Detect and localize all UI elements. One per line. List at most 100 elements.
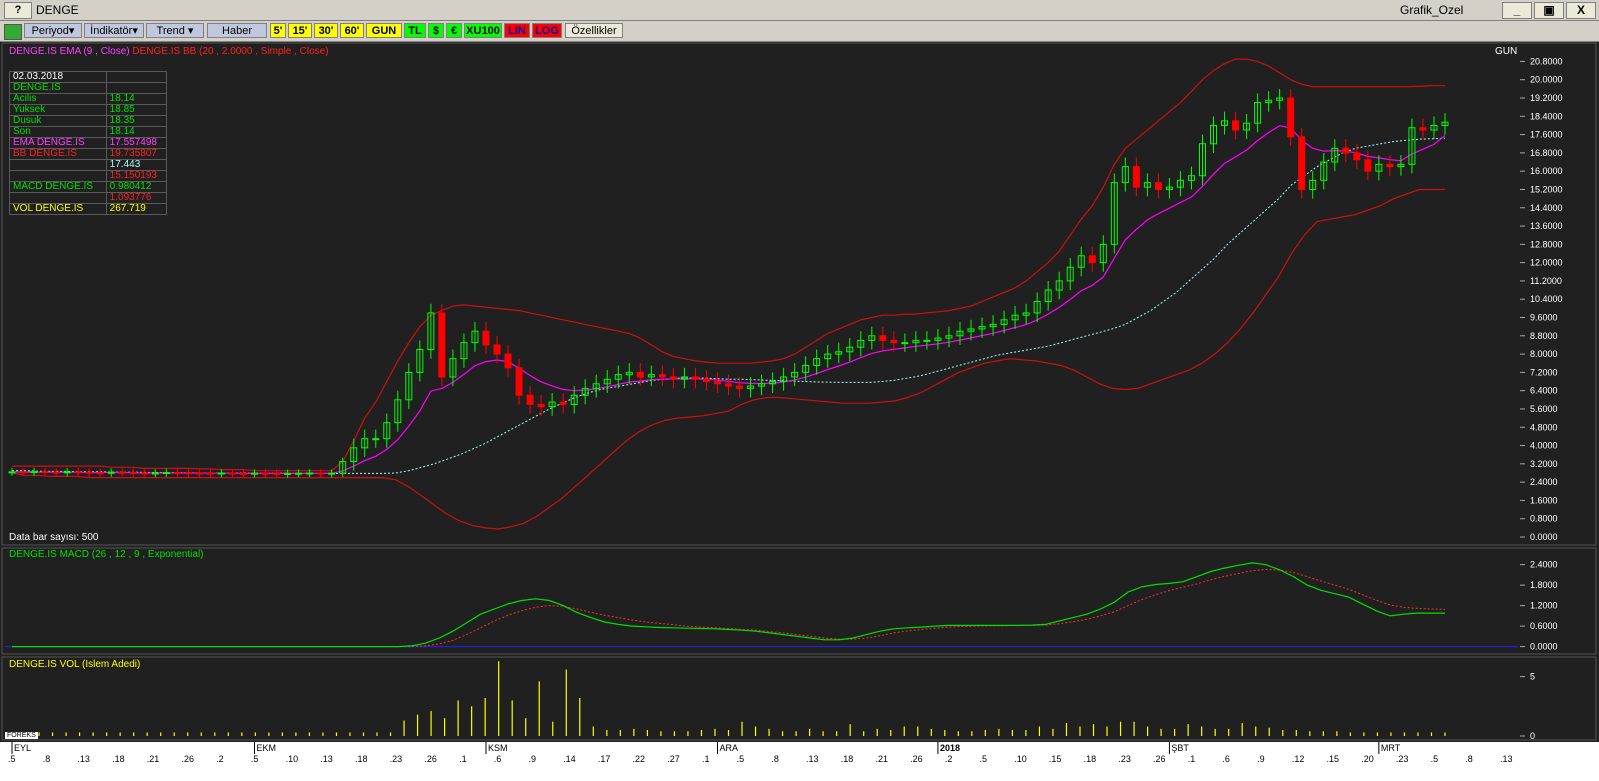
month-label: ŞBT [1171, 743, 1189, 753]
day-label: .23 [1396, 754, 1409, 764]
period-gun-button[interactable]: GUN [366, 23, 402, 38]
lin-scale-button[interactable]: LIN [504, 23, 530, 38]
candle-down [273, 472, 281, 475]
price-y-tick: 10.4000 [1530, 294, 1563, 304]
log-scale-button[interactable]: LOG [532, 23, 562, 38]
chart-area[interactable]: 20.8000 20.0000 19.2000 18.4000 17.6000 16.80… [0, 42, 1599, 781]
info-date: 02.03.2018 [9, 71, 107, 83]
candle-down [1298, 136, 1306, 190]
currency-usd-button[interactable]: $ [428, 23, 444, 38]
info-son-label: Son [9, 126, 107, 138]
info-acilis-value: 18.14 [105, 93, 168, 105]
trend-dropdown[interactable]: Trend ▾ [146, 23, 204, 38]
day-label: .26 [1153, 754, 1166, 764]
day-label: .9 [528, 754, 536, 764]
day-label: .1 [459, 754, 467, 764]
app-chart-icon [4, 24, 22, 40]
candle-up [162, 472, 170, 475]
day-label: .13 [320, 754, 333, 764]
day-label: .5 [980, 754, 988, 764]
month-label: EKM [257, 743, 277, 753]
ema-legend: DENGE.IS EMA (9 , Close) [9, 46, 130, 57]
ozellikler-button[interactable]: Özellikler [565, 23, 623, 38]
chart-canvas[interactable]: 20.8000 20.0000 19.2000 18.4000 17.6000 16.80… [0, 42, 1599, 781]
day-label: .18 [355, 754, 368, 764]
price-y-tick: 6.4000 [1530, 386, 1558, 396]
day-label: .13 [1500, 754, 1513, 764]
price-y-tick: 19.2000 [1530, 93, 1563, 103]
period-label: GUN [1495, 46, 1518, 57]
price-y-tick: 8.8000 [1530, 331, 1558, 341]
candle-down [1287, 97, 1295, 138]
info-dusuk-value: 18.35 [105, 115, 168, 127]
currency-tl-button[interactable]: TL [404, 23, 426, 38]
candle-down [493, 344, 501, 355]
period-30-button[interactable]: 30' [314, 23, 338, 38]
candle-down [736, 385, 744, 389]
day-label: .2 [216, 754, 224, 764]
haber-button[interactable]: Haber [207, 23, 267, 38]
minimize-button[interactable]: _ [1502, 2, 1532, 19]
price-y-tick: 16.8000 [1530, 148, 1563, 158]
indikator-dropdown[interactable]: İndikatör▾ [84, 23, 144, 38]
candle-down [1232, 120, 1240, 131]
candle-up [295, 472, 303, 475]
window-title: DENGE [36, 3, 79, 17]
price-y-tick: 12.0000 [1530, 258, 1563, 268]
info-ema-value: 17.557498 [105, 137, 168, 149]
period-15-button[interactable]: 15' [288, 23, 312, 38]
candle-down [140, 472, 148, 475]
price-y-tick: 0.0000 [1530, 532, 1558, 542]
help-button[interactable]: ? [4, 2, 32, 19]
day-label: .1 [1188, 754, 1196, 764]
info-macd-label: MACD DENGE.IS [9, 181, 107, 193]
vol-y-tick: 0 [1530, 731, 1535, 741]
month-label: KSM [488, 743, 508, 753]
candle-down [713, 381, 721, 385]
candle-down [526, 394, 534, 405]
macd-y-tick: 2.4000 [1530, 560, 1558, 570]
price-y-tick: 0.8000 [1530, 514, 1558, 524]
day-label: .12 [1292, 754, 1305, 764]
candle-down [1132, 166, 1140, 188]
day-label: .9 [1257, 754, 1265, 764]
candle-up [217, 472, 225, 475]
period-5-button[interactable]: 5' [270, 23, 286, 38]
info-bb-label: BB DENGE.IS [9, 148, 107, 160]
month-label: MRT [1381, 743, 1401, 753]
close-button[interactable]: X [1566, 2, 1596, 19]
price-y-tick: 4.0000 [1530, 441, 1558, 451]
price-y-tick: 2.4000 [1530, 477, 1558, 487]
month-label: EYL [14, 743, 31, 753]
candle-down [636, 371, 644, 378]
currency-eur-button[interactable]: € [446, 23, 462, 38]
xu100-button[interactable]: XU100 [464, 23, 502, 38]
candle-down [52, 471, 60, 474]
info-macd-value: 0.980412 [105, 181, 168, 193]
ema-line [11, 125, 1446, 474]
candle-up [151, 472, 159, 475]
candle-up [251, 472, 259, 475]
title-bar: ? DENGE Grafik_Ozel _ ▣ X [0, 0, 1599, 21]
macd-y-tick: 1.2000 [1530, 601, 1558, 611]
periyod-dropdown[interactable]: Periyod▾ [24, 23, 82, 38]
restore-button[interactable]: ▣ [1534, 2, 1564, 19]
x-axis-bg [0, 742, 1599, 781]
candle-down [482, 330, 490, 346]
day-label: .15 [1049, 754, 1062, 764]
day-label: .27 [667, 754, 680, 764]
macd-y-tick: 0.6000 [1530, 621, 1558, 631]
info-symbol: DENGE.IS [9, 82, 107, 94]
candle-down [173, 472, 181, 475]
price-y-tick: 11.2000 [1530, 276, 1562, 286]
period-60-button[interactable]: 60' [340, 23, 364, 38]
candle-down [702, 378, 710, 383]
month-label: 2018 [940, 743, 960, 753]
candle-down [669, 376, 677, 380]
candle-down [1154, 182, 1162, 190]
foreks-logo: FOREKS [5, 732, 38, 739]
day-label: .15 [1327, 754, 1340, 764]
candle-down [725, 383, 732, 387]
day-label: .18 [1084, 754, 1097, 764]
candle-down [438, 312, 446, 378]
